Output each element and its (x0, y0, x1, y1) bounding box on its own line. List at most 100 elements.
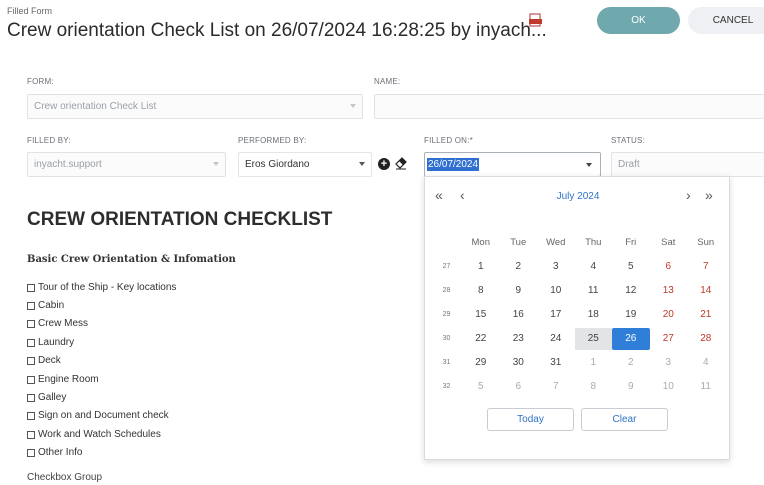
checkbox[interactable] (27, 430, 35, 439)
calendar-day[interactable]: 3 (650, 352, 688, 374)
checklist-item-label: Sign on and Document check (38, 410, 169, 421)
calendar-day[interactable]: 18 (575, 304, 613, 326)
calendar-day[interactable]: 21 (687, 304, 725, 326)
checkbox[interactable] (27, 319, 35, 328)
checklist-item[interactable]: Galley (27, 392, 66, 403)
calendar-week-row: 27 1 2 3 4 5 6 7 (431, 255, 725, 279)
calendar-day[interactable]: 4 (575, 256, 613, 278)
calendar-day[interactable]: 12 (612, 280, 650, 302)
checklist-item[interactable]: Work and Watch Schedules (27, 429, 161, 440)
checklist-item[interactable]: Laundry (27, 337, 74, 348)
calendar-day[interactable]: 7 (537, 376, 575, 398)
header-caption: Filled Form (7, 6, 53, 16)
calendar-day[interactable]: 10 (537, 280, 575, 302)
calendar-day[interactable]: 19 (612, 304, 650, 326)
checkbox[interactable] (27, 448, 35, 457)
calendar-day[interactable]: 3 (537, 256, 575, 278)
calendar-day[interactable]: 20 (650, 304, 688, 326)
calendar-day[interactable]: 2 (500, 256, 538, 278)
status-value: Draft (618, 159, 640, 170)
week-number: 31 (442, 359, 451, 366)
calendar-day[interactable]: 17 (537, 304, 575, 326)
calendar-day[interactable]: 5 (612, 256, 650, 278)
calendar-day[interactable]: 27 (650, 328, 688, 350)
filled-on-date-input[interactable]: 26/07/2024 (424, 152, 601, 177)
form-select-value: Crew orientation Check List (34, 101, 157, 112)
cancel-button[interactable]: CANCEL (688, 7, 764, 34)
name-field[interactable] (374, 94, 764, 119)
calendar-day[interactable]: 15 (462, 304, 500, 326)
calendar-day[interactable]: 4 (687, 352, 725, 374)
checklist-item[interactable]: Cabin (27, 300, 64, 311)
calendar-day[interactable]: 31 (537, 352, 575, 374)
calendar-day[interactable]: 1 (462, 256, 500, 278)
today-button[interactable]: Today (487, 408, 574, 431)
pdf-icon[interactable] (529, 13, 542, 27)
calendar-day[interactable]: 28 (687, 328, 725, 350)
filled-by-label: FILLED BY: (27, 136, 71, 145)
checkbox-group-label: Checkbox Group (27, 472, 103, 483)
calendar-day[interactable]: 9 (500, 280, 538, 302)
calendar-day[interactable]: 30 (500, 352, 538, 374)
calendar-day[interactable]: 7 (687, 256, 725, 278)
weekday-header: Sat (661, 237, 676, 248)
calendar-day[interactable]: 14 (687, 280, 725, 302)
eraser-icon[interactable] (395, 157, 407, 170)
form-header: Filled Form Crew orientation Check List … (0, 0, 764, 50)
calendar-day[interactable]: 6 (500, 376, 538, 398)
form-select: Crew orientation Check List (27, 94, 363, 119)
calendar-day[interactable]: 11 (575, 280, 613, 302)
form-label: FORM: (27, 77, 54, 86)
calendar-day[interactable]: 29 (462, 352, 500, 374)
checkbox[interactable] (27, 375, 35, 384)
checklist-item-label: Deck (38, 355, 61, 366)
checkbox[interactable] (27, 301, 35, 310)
weekday-header: Tue (510, 237, 527, 248)
status-select: Draft (611, 152, 764, 177)
calendar-day[interactable]: 2 (612, 352, 650, 374)
checklist-item[interactable]: Engine Room (27, 374, 99, 385)
performed-by-value: Eros Giordano (245, 159, 310, 170)
calendar-day[interactable]: 24 (537, 328, 575, 350)
next-month-icon[interactable]: › (686, 187, 691, 203)
checkbox[interactable] (27, 411, 35, 420)
calendar-week-row: 30 22 23 24 25 26 27 28 (431, 327, 725, 351)
checklist-item[interactable]: Tour of the Ship - Key locations (27, 282, 176, 293)
calendar-day[interactable]: 16 (500, 304, 538, 326)
calendar-day[interactable]: 1 (575, 352, 613, 374)
ok-button[interactable]: OK (597, 7, 680, 34)
checklist-item[interactable]: Sign on and Document check (27, 410, 169, 421)
checkbox[interactable] (27, 283, 35, 292)
clear-button[interactable]: Clear (581, 408, 668, 431)
week-number: 29 (442, 311, 451, 318)
calendar-day[interactable]: 23 (500, 328, 538, 350)
checklist-item-label: Work and Watch Schedules (38, 429, 161, 440)
calendar-day[interactable]: 8 (462, 280, 500, 302)
week-number: 30 (442, 335, 451, 342)
calendar-day[interactable]: 11 (687, 376, 725, 398)
week-number: 27 (442, 263, 451, 270)
checklist-item[interactable]: Crew Mess (27, 318, 88, 329)
checklist-item[interactable]: Other Info (27, 447, 82, 458)
calendar-day-today[interactable]: 25 (574, 328, 612, 350)
calendar-day[interactable]: 9 (612, 376, 650, 398)
checklist-item-label: Tour of the Ship - Key locations (38, 282, 177, 293)
checklist-subheading: Basic Crew Orientation & Infomation (27, 254, 236, 265)
status-label: STATUS: (611, 136, 645, 145)
checkbox[interactable] (27, 356, 35, 365)
calendar-day[interactable]: 8 (575, 376, 613, 398)
calendar-day[interactable]: 22 (462, 328, 500, 350)
next-year-icon[interactable]: » (705, 187, 713, 203)
checkbox[interactable] (27, 338, 35, 347)
weekday-header: Thu (585, 237, 602, 248)
calendar-day[interactable]: 5 (462, 376, 500, 398)
calendar-day[interactable]: 10 (650, 376, 688, 398)
chevron-down-icon (586, 163, 592, 167)
performed-by-select[interactable]: Eros Giordano (238, 152, 372, 177)
calendar-day[interactable]: 13 (650, 280, 688, 302)
checklist-item[interactable]: Deck (27, 355, 61, 366)
calendar-day[interactable]: 6 (650, 256, 688, 278)
calendar-day-selected[interactable]: 26 (612, 328, 650, 350)
checkbox[interactable] (27, 393, 35, 402)
add-person-icon[interactable]: + (378, 158, 390, 170)
